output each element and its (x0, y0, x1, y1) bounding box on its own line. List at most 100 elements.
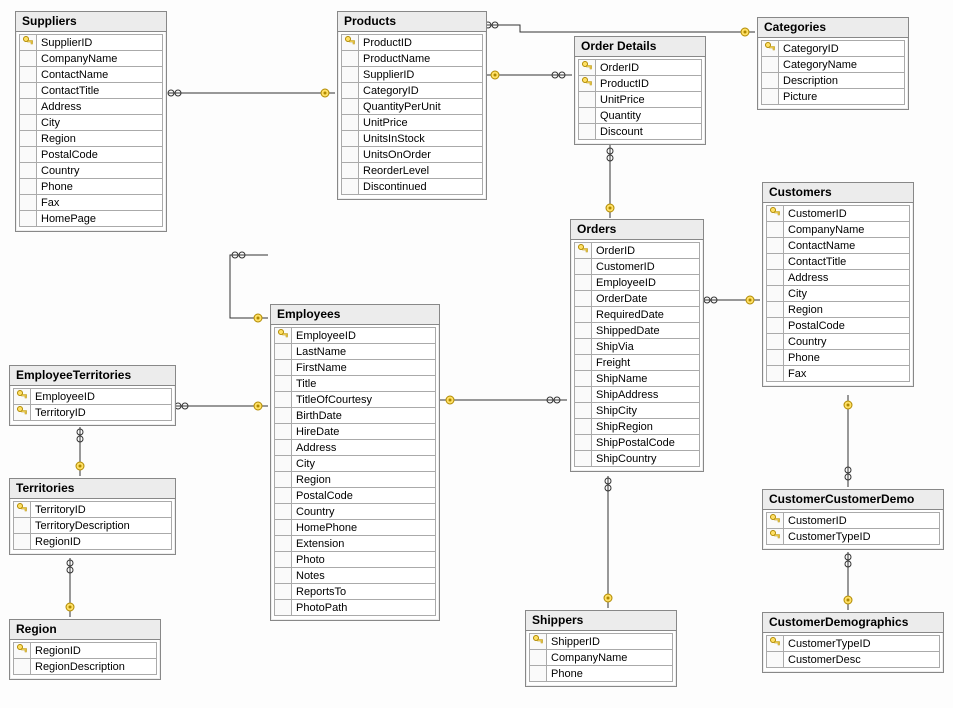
column-row[interactable]: ContactTitle (766, 253, 910, 270)
table-suppliers[interactable]: SuppliersSupplierIDCompanyNameContactNam… (15, 11, 167, 232)
column-row[interactable]: CategoryID (341, 82, 483, 99)
table-categories[interactable]: Categories CategoryIDCategoryNameDescript… (757, 17, 909, 110)
column-row[interactable]: CustomerTypeID (766, 635, 940, 652)
column-row[interactable]: OrderID (574, 242, 700, 259)
column-row[interactable]: SupplierID (341, 66, 483, 83)
table-shippers[interactable]: ShippersShipperIDCompanyNamePhone (525, 610, 677, 687)
column-row[interactable]: CompanyName (19, 50, 163, 67)
column-row[interactable]: Freight (574, 354, 700, 371)
column-row[interactable]: Country (766, 333, 910, 350)
column-row[interactable]: Description (761, 72, 905, 89)
column-row[interactable]: Discount (578, 123, 702, 140)
table-order-details[interactable]: Order Details OrderIDProductIDUnitPriceQu… (574, 36, 706, 145)
column-row[interactable]: CompanyName (529, 649, 673, 666)
table-region[interactable]: Region RegionIDRegionDescription (9, 619, 161, 680)
column-row[interactable]: Region (19, 130, 163, 147)
column-row[interactable]: CategoryID (761, 40, 905, 57)
column-row[interactable]: RegionDescription (13, 658, 157, 675)
table-employees[interactable]: EmployeesEmployeeIDLastNameFirstNameTitl… (270, 304, 440, 621)
table-header[interactable]: Orders (571, 220, 703, 240)
column-row[interactable]: RequiredDate (574, 306, 700, 323)
table-header[interactable]: Categories (758, 18, 908, 38)
column-row[interactable]: Quantity (578, 107, 702, 124)
column-row[interactable]: City (766, 285, 910, 302)
column-row[interactable]: BirthDate (274, 407, 436, 424)
column-row[interactable]: RegionID (13, 642, 157, 659)
table-header[interactable]: Customers (763, 183, 913, 203)
table-header[interactable]: Products (338, 12, 486, 32)
column-row[interactable]: FirstName (274, 359, 436, 376)
table-orders[interactable]: OrdersOrderIDCustomerIDEmployeeIDOrderDa… (570, 219, 704, 472)
column-row[interactable]: Notes (274, 567, 436, 584)
column-row[interactable]: ContactName (19, 66, 163, 83)
table-products[interactable]: Products ProductIDProductNameSupplierIDCa… (337, 11, 487, 200)
column-row[interactable]: CustomerTypeID (766, 528, 940, 545)
column-row[interactable]: HomePage (19, 210, 163, 227)
table-header[interactable]: Region (10, 620, 160, 640)
column-row[interactable]: Photo (274, 551, 436, 568)
column-row[interactable]: ShipName (574, 370, 700, 387)
table-header[interactable]: CustomerCustomerDemo (763, 490, 943, 510)
column-row[interactable]: ShipAddress (574, 386, 700, 403)
column-row[interactable]: ShipPostalCode (574, 434, 700, 451)
column-row[interactable]: HomePhone (274, 519, 436, 536)
column-row[interactable]: ContactTitle (19, 82, 163, 99)
column-row[interactable]: LastName (274, 343, 436, 360)
column-row[interactable]: Picture (761, 88, 905, 105)
column-row[interactable]: Fax (19, 194, 163, 211)
column-row[interactable]: ProductID (578, 75, 702, 92)
column-row[interactable]: ContactName (766, 237, 910, 254)
table-header[interactable]: Employees (271, 305, 439, 325)
column-row[interactable]: EmployeeID (574, 274, 700, 291)
column-row[interactable]: Title (274, 375, 436, 392)
column-row[interactable]: Extension (274, 535, 436, 552)
table-customers[interactable]: CustomersCustomerIDCompanyNameContactNam… (762, 182, 914, 387)
column-row[interactable]: Fax (766, 365, 910, 382)
column-row[interactable]: ShipperID (529, 633, 673, 650)
column-row[interactable]: HireDate (274, 423, 436, 440)
column-row[interactable]: CategoryName (761, 56, 905, 73)
column-row[interactable]: SupplierID (19, 34, 163, 51)
column-row[interactable]: Address (766, 269, 910, 286)
column-row[interactable]: PostalCode (274, 487, 436, 504)
column-row[interactable]: Region (274, 471, 436, 488)
column-row[interactable]: ProductName (341, 50, 483, 67)
column-row[interactable]: Country (19, 162, 163, 179)
table-header[interactable]: Order Details (575, 37, 705, 57)
column-row[interactable]: ShippedDate (574, 322, 700, 339)
table-customer-demographics[interactable]: CustomerDemographics CustomerTypeIDCustom… (762, 612, 944, 673)
column-row[interactable]: City (274, 455, 436, 472)
column-row[interactable]: UnitPrice (578, 91, 702, 108)
column-row[interactable]: Phone (766, 349, 910, 366)
column-row[interactable]: PostalCode (766, 317, 910, 334)
column-row[interactable]: ShipCity (574, 402, 700, 419)
column-row[interactable]: CustomerID (574, 258, 700, 275)
table-header[interactable]: EmployeeTerritories (10, 366, 175, 386)
column-row[interactable]: PostalCode (19, 146, 163, 163)
column-row[interactable]: ReportsTo (274, 583, 436, 600)
column-row[interactable]: OrderID (578, 59, 702, 76)
column-row[interactable]: City (19, 114, 163, 131)
column-row[interactable]: Address (274, 439, 436, 456)
column-row[interactable]: TitleOfCourtesy (274, 391, 436, 408)
column-row[interactable]: PhotoPath (274, 599, 436, 616)
column-row[interactable]: RegionID (13, 533, 172, 550)
column-row[interactable]: CustomerDesc (766, 651, 940, 668)
column-row[interactable]: ProductID (341, 34, 483, 51)
column-row[interactable]: ShipRegion (574, 418, 700, 435)
column-row[interactable]: ReorderLevel (341, 162, 483, 179)
column-row[interactable]: Region (766, 301, 910, 318)
column-row[interactable]: EmployeeID (274, 327, 436, 344)
column-row[interactable]: UnitsOnOrder (341, 146, 483, 163)
table-employee-territories[interactable]: EmployeeTerritories EmployeeIDTerritoryID (9, 365, 176, 426)
column-row[interactable]: Country (274, 503, 436, 520)
column-row[interactable]: ShipVia (574, 338, 700, 355)
column-row[interactable]: TerritoryID (13, 404, 172, 421)
column-row[interactable]: Address (19, 98, 163, 115)
column-row[interactable]: TerritoryDescription (13, 517, 172, 534)
column-row[interactable]: EmployeeID (13, 388, 172, 405)
column-row[interactable]: Discontinued (341, 178, 483, 195)
column-row[interactable]: QuantityPerUnit (341, 98, 483, 115)
column-row[interactable]: Phone (19, 178, 163, 195)
table-header[interactable]: CustomerDemographics (763, 613, 943, 633)
